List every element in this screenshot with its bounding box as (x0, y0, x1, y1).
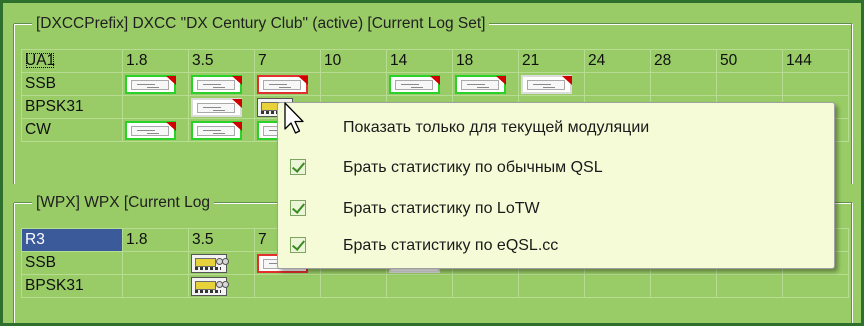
band-header[interactable]: 50 (716, 49, 783, 73)
menu-item-label: Показать только для текущей модуляции (343, 119, 650, 136)
wpx-row: BPSK31 (21, 274, 849, 298)
band-header[interactable]: 7 (254, 49, 321, 73)
wpx-cell[interactable] (650, 274, 717, 298)
dxcc-cell[interactable] (188, 72, 255, 96)
dxcc-cell[interactable] (452, 72, 519, 96)
dxcc-corner-prefix: UA1 (25, 52, 56, 69)
dxcc-row: SSB (21, 72, 849, 96)
wpx-cell[interactable] (518, 274, 585, 298)
menu-item-current-mode-only[interactable]: Показать только для текущей модуляции (278, 113, 834, 143)
wpx-cell[interactable] (254, 274, 321, 298)
dxcc-group-title: [DXCCPrefix] DXCC "DX Century Club" (act… (32, 15, 490, 33)
mode-label[interactable]: BPSK31 (21, 274, 123, 298)
menu-item-lotw[interactable]: Брать статистику по LoTW (278, 194, 834, 224)
transceiver-icon (191, 277, 229, 296)
dxcc-header-row: UA1 1.8 3.5 7 10 14 18 21 24 28 50 144 (21, 49, 849, 73)
band-header[interactable]: 18 (452, 49, 519, 73)
wpx-cell[interactable] (584, 274, 651, 298)
menu-item-label: Брать статистику по обычным QSL (343, 159, 603, 176)
wpx-cell[interactable] (320, 274, 387, 298)
checkmark-icon (290, 237, 306, 253)
mode-label[interactable]: CW (21, 118, 123, 142)
dxcc-cell[interactable] (188, 95, 255, 119)
band-header[interactable]: 144 (782, 49, 849, 73)
qsl-card-icon (389, 75, 440, 94)
wpx-corner-cell[interactable]: R3 (21, 228, 123, 252)
wpx-group-border-right (852, 203, 853, 323)
qsl-card-icon (191, 121, 242, 140)
band-header[interactable]: 10 (320, 49, 387, 73)
dxcc-group-border-right (852, 24, 853, 184)
wpx-cell[interactable] (122, 251, 189, 275)
wpx-cell[interactable] (716, 274, 783, 298)
qsl-card-icon (125, 121, 176, 140)
dxcc-cell[interactable] (518, 72, 585, 96)
menu-item-regular-qsl[interactable]: Брать статистику по обычным QSL (278, 153, 834, 183)
band-header[interactable]: 28 (650, 49, 717, 73)
dxcc-cell[interactable] (188, 118, 255, 142)
dxcc-corner-cell[interactable]: UA1 (21, 49, 123, 73)
qsl-card-icon (191, 98, 242, 117)
qsl-card-icon (257, 75, 308, 94)
dxcc-cell[interactable] (122, 72, 189, 96)
dxcc-cell[interactable] (584, 72, 651, 96)
dxcc-cell[interactable] (122, 118, 189, 142)
wpx-cell[interactable] (782, 274, 849, 298)
band-header[interactable]: 14 (386, 49, 453, 73)
wpx-cell[interactable] (188, 251, 255, 275)
band-header[interactable]: 21 (518, 49, 585, 73)
mouse-pointer-icon (284, 102, 304, 134)
qsl-card-icon (191, 75, 242, 94)
qsl-card-icon (455, 75, 506, 94)
dxcc-cell[interactable] (650, 72, 717, 96)
checkmark-icon (290, 159, 306, 175)
dxcc-cell[interactable] (122, 95, 189, 119)
wpx-cell[interactable] (188, 274, 255, 298)
band-header[interactable]: 24 (584, 49, 651, 73)
band-header[interactable]: 3.5 (188, 228, 255, 252)
dxcc-group-border-left (14, 24, 15, 184)
transceiver-icon (191, 254, 229, 273)
mode-label[interactable]: SSB (21, 251, 123, 275)
checkmark-icon (290, 200, 306, 216)
band-header[interactable]: 3.5 (188, 49, 255, 73)
wpx-cell[interactable] (386, 274, 453, 298)
wpx-group-title: [WPX] WPX [Current Log (32, 194, 214, 212)
dxcc-cell[interactable] (254, 72, 321, 96)
band-header[interactable]: 1.8 (122, 49, 189, 73)
qsl-card-icon (521, 75, 572, 94)
award-statistics-panel: [DXCCPrefix] DXCC "DX Century Club" (act… (0, 0, 864, 326)
dxcc-cell[interactable] (386, 72, 453, 96)
wpx-cell[interactable] (122, 274, 189, 298)
mode-label[interactable]: BPSK31 (21, 95, 123, 119)
qsl-card-icon (125, 75, 176, 94)
mode-label[interactable]: SSB (21, 72, 123, 96)
menu-item-label: Брать статистику по eQSL.cc (343, 237, 559, 254)
statistics-context-menu: Показать только для текущей модуляции Бр… (277, 102, 835, 269)
dxcc-cell[interactable] (320, 72, 387, 96)
menu-item-label: Брать статистику по LoTW (343, 200, 540, 217)
dxcc-cell[interactable] (782, 72, 849, 96)
band-header[interactable]: 1.8 (122, 228, 189, 252)
wpx-cell[interactable] (452, 274, 519, 298)
wpx-group-border-left (14, 203, 15, 323)
menu-item-eqsl[interactable]: Брать статистику по eQSL.cc (278, 231, 834, 261)
dxcc-cell[interactable] (716, 72, 783, 96)
